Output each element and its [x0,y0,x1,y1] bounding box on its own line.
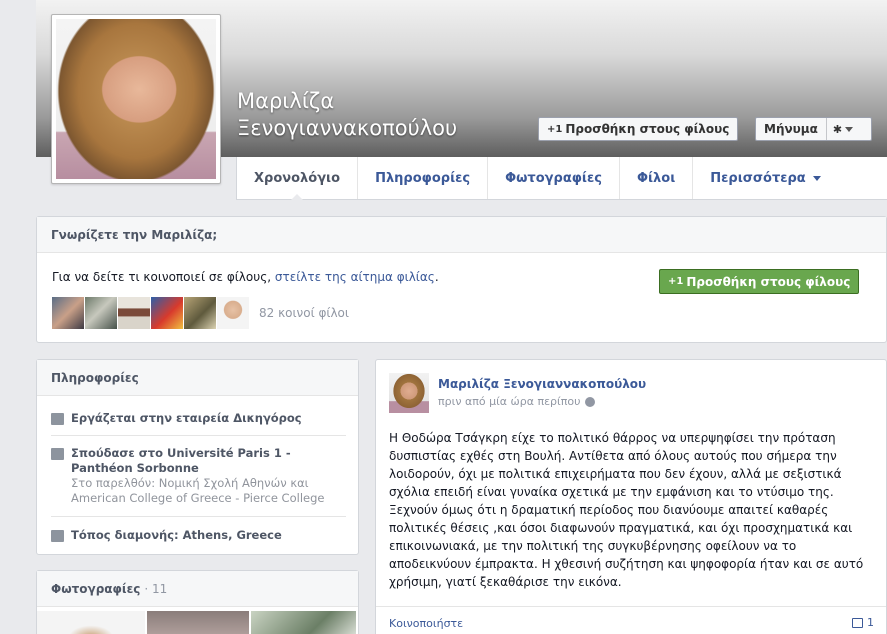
education-row: Σπούδασε στο Université Paris 1 - Panthé… [51,446,341,506]
know-text-suffix: . [434,270,439,284]
know-card-text: Για να δείτε τι κοινοποιεί σε φίλους, στ… [52,270,439,284]
divider [376,606,886,607]
add-friend-button[interactable]: +1 Προσθήκη στους φίλους [538,117,739,141]
send-friend-request-link[interactable]: στείλτε της αίτημα φιλίας [275,270,435,284]
photo-thumbnail[interactable] [251,611,356,634]
home-prefix: Τόπος διαμονής: [71,528,183,542]
about-card-title[interactable]: Πληροφορίες [37,360,358,396]
photos-card: Φωτογραφίες · 11 [36,570,359,634]
photo-thumbnail[interactable] [37,611,145,634]
friend-thumbnail[interactable] [184,297,216,329]
friend-thumbnail[interactable] [217,297,249,329]
globe-icon [585,396,596,407]
work-link[interactable]: Δικηγόρος [233,411,301,425]
tab-about[interactable]: Πληροφορίες [358,157,489,199]
photos-card-title[interactable]: Φωτογραφίες · 11 [37,571,358,607]
post-author-name[interactable]: Μαριλίζα Ξενογιαννακοπούλου [438,377,646,391]
know-card-title: Γνωρίζετε την Μαριλίζα; [37,217,886,253]
mutual-friends-count[interactable]: 82 κοινοί φίλοι [259,306,349,320]
tab-label: Περισσότερα [710,170,806,186]
profile-name: Μαριλίζα Ξενογιαννακοπούλου [237,88,457,142]
profile-tabs: Χρονολόγιο Πληροφορίες Φωτογραφίες Φίλοι… [236,157,839,200]
tab-label: Χρονολόγιο [254,170,341,186]
tab-more[interactable]: Περισσότερα [693,157,839,199]
tab-label: Φωτογραφίες [505,170,602,186]
study-past: Στο παρελθόν: Νομική Σχολή Αθηνών και Am… [71,476,325,505]
tab-photos[interactable]: Φωτογραφίες [488,157,620,199]
comments-count-link[interactable]: 1 [852,616,874,629]
gear-menu-button[interactable]: ✱ [827,123,859,136]
briefcase-icon [51,413,64,425]
chevron-down-icon [812,175,821,181]
share-link[interactable]: Κοινοποιήστε [389,617,463,630]
timeline-post: Μαριλίζα Ξενογιαννακοπούλου πριν από μία… [375,359,887,634]
tab-timeline[interactable]: Χρονολόγιο [237,157,359,200]
photos-count: · 11 [144,581,168,596]
home-link[interactable]: Athens, Greece [183,528,282,542]
home-icon [51,530,64,542]
post-timestamp[interactable]: πριν από μία ώρα περίπου [438,395,580,408]
mutual-friends-thumbnails [52,297,249,329]
post-author-avatar[interactable] [389,373,429,413]
work-row: Εργάζεται στην εταιρεία Δικηγόρος [51,411,302,426]
add-friend-icon: +1 [547,123,563,135]
comment-icon [852,617,863,628]
gear-icon: ✱ [832,122,843,136]
study-prefix: Σπούδασε στο [71,446,167,460]
comment-count: 1 [867,616,874,629]
hometown-row: Τόπος διαμονής: Athens, Greece [51,528,282,543]
post-text: Η Θοδώρα Τσάγκρη είχε το πολιτικό θάρρος… [389,431,864,589]
friend-thumbnail[interactable] [85,297,117,329]
profile-photo-image [56,19,216,179]
add-friend-green-button[interactable]: +1 Προσθήκη στους φίλους [659,269,860,294]
tab-label: Φίλοι [636,170,676,186]
message-button[interactable]: Μήνυμα [756,118,827,140]
add-friend-label: Προσθήκη στους φίλους [565,122,730,136]
post-meta: πριν από μία ώρα περίπου [438,395,596,408]
friend-thumbnail[interactable] [52,297,84,329]
school-icon [51,448,64,460]
friend-thumbnail[interactable] [151,297,183,329]
work-prefix: Εργάζεται στην εταιρεία [71,411,234,425]
chevron-down-icon [845,126,854,132]
profile-name-last: Ξενογιαννακοπούλου [237,116,458,140]
friend-thumbnail[interactable] [118,297,150,329]
tab-label: Πληροφορίες [375,170,471,186]
add-friend-icon: +1 [668,276,684,287]
message-button-group: Μήνυμα ✱ [755,117,872,141]
tabs-spacer [838,157,887,200]
know-her-card: Γνωρίζετε την Μαριλίζα; Για να δείτε τι … [36,216,887,343]
know-text-prefix: Για να δείτε τι κοινοποιεί σε φίλους, [52,270,275,284]
divider [51,435,346,436]
divider [51,516,346,517]
add-friend-green-label: Προσθήκη στους φίλους [686,274,851,289]
photo-thumbnail[interactable] [147,611,249,634]
photos-title: Φωτογραφίες [51,581,141,596]
tab-friends[interactable]: Φίλοι [620,157,694,199]
profile-picture[interactable] [51,14,221,184]
profile-name-first: Μαριλίζα [237,89,335,113]
about-card: Πληροφορίες Εργάζεται στην εταιρεία Δικη… [36,359,359,555]
